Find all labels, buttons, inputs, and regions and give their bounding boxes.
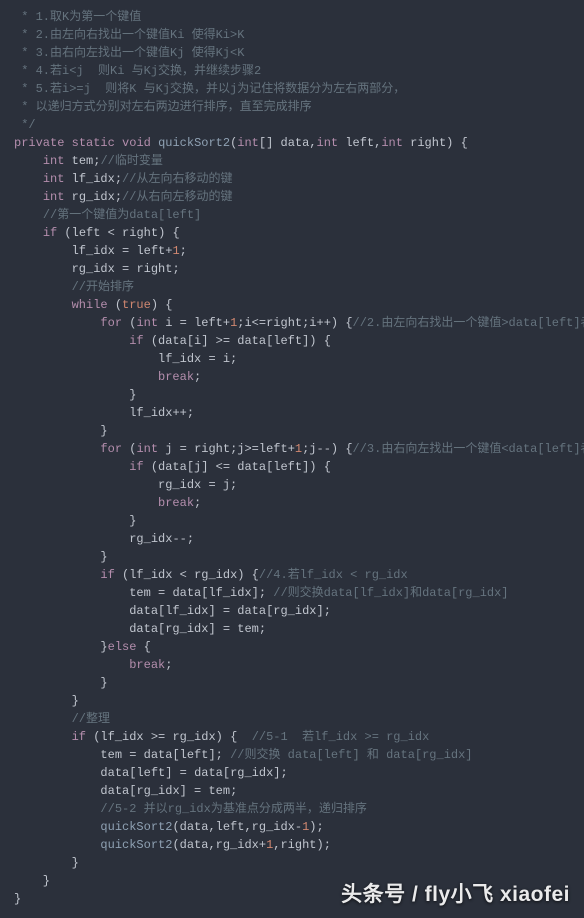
- comment-line: //开始排序: [72, 280, 134, 294]
- comment-inline: //4.若lf_idx < rg_idx: [259, 568, 408, 582]
- id-left: left: [345, 136, 374, 150]
- fn-name: quickSort2: [158, 136, 230, 150]
- num-one: 1: [172, 244, 179, 258]
- comment-line: * 4.若i<j 则Ki 与Kj交换，并继续步骤2: [14, 64, 261, 78]
- comment-inline: //2.由左向右找出一个键值>data[left]者: [353, 316, 584, 330]
- kw-int: int: [43, 172, 65, 186]
- kw-int: int: [237, 136, 259, 150]
- comment-line: * 5.若i>=j 则将K 与Kj交换，并以j为记住将数据分为左右两部分，: [14, 82, 405, 96]
- kw-true: true: [122, 298, 151, 312]
- kw-void: void: [122, 136, 151, 150]
- kw-int: int: [43, 190, 65, 204]
- comment-inline: //临时变量: [100, 154, 162, 168]
- comment-line: //5-2 并以rg_idx为基准点分成两半，递归排序: [100, 802, 366, 816]
- comment-line: //第一个键值为data[left]: [43, 208, 201, 222]
- comment-line: */: [14, 118, 36, 132]
- comment-inline: //则交换data[lf_idx]和data[rg_idx]: [266, 586, 508, 600]
- comment-line: * 1.取K为第一个键值: [14, 10, 141, 24]
- kw-else: else: [108, 640, 137, 654]
- id-rgidx: rg_idx: [72, 190, 115, 204]
- kw-for: for: [100, 316, 122, 330]
- kw-while: while: [72, 298, 108, 312]
- kw-if: if: [43, 226, 57, 240]
- comment-line: //整理: [72, 712, 110, 726]
- comment-line: * 以递归方式分别对左右两边进行排序，直至完成排序: [14, 100, 312, 114]
- comment-line: * 3.由右向左找出一个键值Kj 使得Kj<K: [14, 46, 244, 60]
- comment-line: * 2.由左向右找出一个键值Ki 使得Ki>K: [14, 28, 244, 42]
- comment-inline: //3.由右向左找出一个键值<data[left]者: [353, 442, 584, 456]
- kw-private: private: [14, 136, 64, 150]
- kw-int: int: [381, 136, 403, 150]
- id-tem: tem: [72, 154, 94, 168]
- comment-inline: //从右向左移动的键: [122, 190, 232, 204]
- comment-inline: //则交换 data[left] 和 data[rg_idx]: [223, 748, 473, 762]
- watermark: 头条号 / fly小飞 xiaofei: [341, 886, 570, 904]
- code-block: * 1.取K为第一个键值 * 2.由左向右找出一个键值Ki 使得Ki>K * 3…: [14, 8, 570, 908]
- kw-int: int: [43, 154, 65, 168]
- id-lfidx: lf_idx: [72, 172, 115, 186]
- id-right: right: [410, 136, 446, 150]
- comment-inline: //从左向右移动的键: [122, 172, 232, 186]
- kw-int: int: [317, 136, 339, 150]
- id-data: data: [281, 136, 310, 150]
- kw-static: static: [72, 136, 115, 150]
- comment-inline: //5-1 若lf_idx >= rg_idx: [252, 730, 430, 744]
- kw-break: break: [158, 370, 194, 384]
